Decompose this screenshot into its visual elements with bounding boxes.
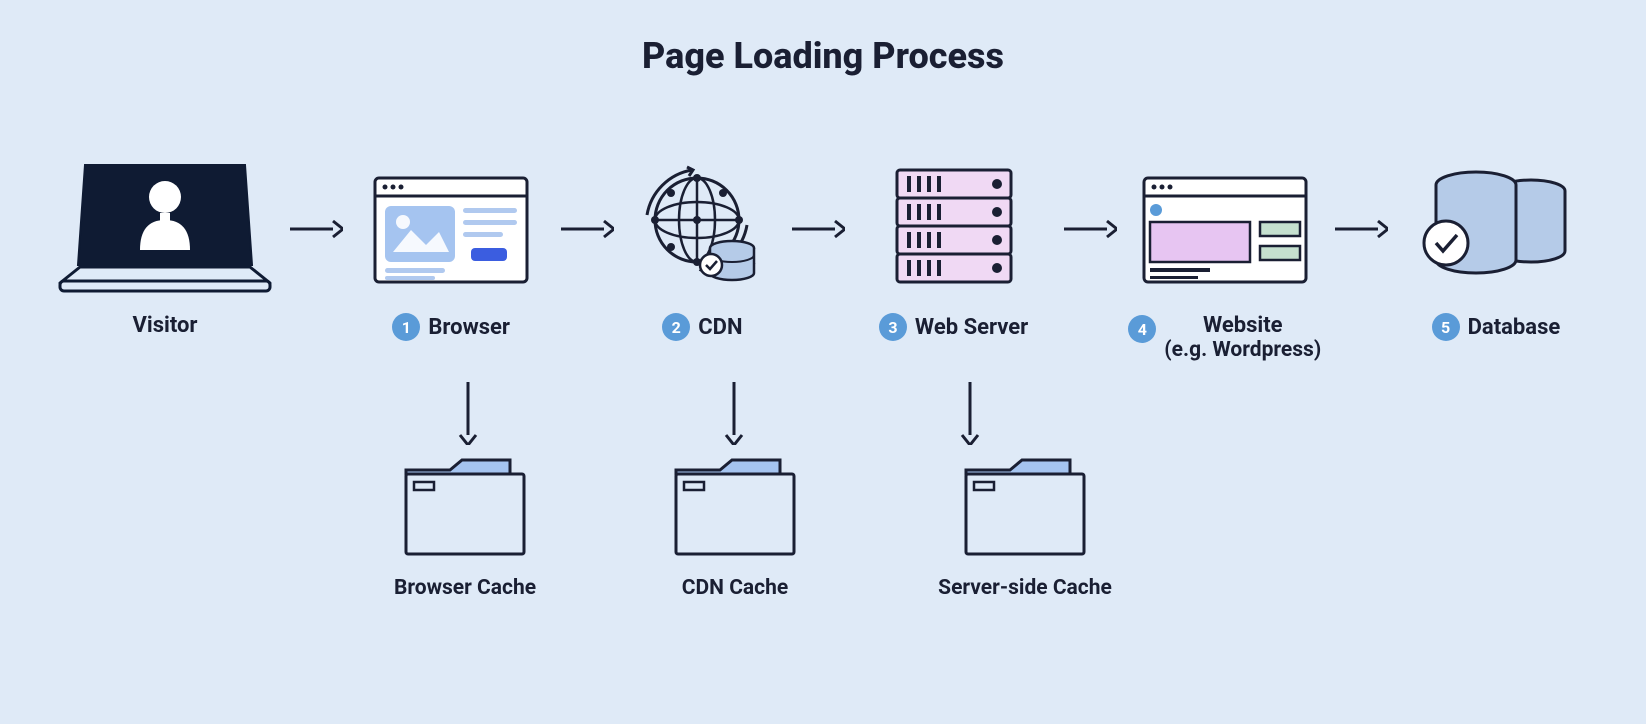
visitor-icon: [55, 155, 275, 305]
node-database: 5 Database: [1396, 155, 1596, 341]
caches-row: Browser Cache CDN Cache Server-side Cach…: [370, 440, 1140, 600]
arrow-right-icon: [1062, 217, 1117, 241]
arrow-down-icon: [722, 380, 746, 449]
database-icon: [1416, 155, 1576, 305]
node-browser-cache: Browser Cache: [370, 440, 560, 600]
step-badge-3: 3: [879, 313, 907, 341]
folder-icon: [670, 440, 800, 570]
arrow-right-icon: [1333, 217, 1388, 241]
arrow-down-icon: [958, 380, 982, 449]
website-sublabel: (e.g. Wordpress): [1164, 338, 1321, 362]
step-badge-1: 1: [392, 313, 420, 341]
arrow-right-icon: [559, 217, 614, 241]
node-website: 4 Website (e.g. Wordpress): [1125, 155, 1325, 362]
step-badge-2: 2: [662, 313, 690, 341]
node-browser: 1 Browser: [351, 155, 551, 341]
server-icon: [889, 155, 1019, 305]
website-label: Website: [1203, 313, 1283, 338]
arrow-down-icon: [456, 380, 480, 449]
arrow-right-icon: [790, 217, 845, 241]
browser-icon: [371, 155, 531, 305]
cdn-icon: [637, 155, 767, 305]
node-visitor: Visitor: [50, 155, 280, 338]
folder-icon: [960, 440, 1090, 570]
webserver-label: Web Server: [915, 315, 1028, 340]
cdn-label: CDN: [698, 315, 742, 340]
step-badge-4: 4: [1128, 315, 1156, 343]
cdn-cache-label: CDN Cache: [682, 576, 788, 600]
node-cdn-cache: CDN Cache: [640, 440, 830, 600]
browser-label: Browser: [428, 315, 510, 340]
node-webserver: 3 Web Server: [854, 155, 1054, 341]
main-flow-row: Visitor 1 Browser: [50, 155, 1596, 362]
folder-icon: [400, 440, 530, 570]
website-icon: [1140, 155, 1310, 305]
node-server-cache: Server-side Cache: [910, 440, 1140, 600]
database-label: Database: [1468, 315, 1561, 340]
arrow-right-icon: [288, 217, 343, 241]
browser-cache-label: Browser Cache: [394, 576, 536, 600]
visitor-label: Visitor: [133, 313, 198, 338]
server-cache-label: Server-side Cache: [938, 576, 1112, 600]
diagram-title: Page Loading Process: [0, 35, 1646, 77]
step-badge-5: 5: [1432, 313, 1460, 341]
node-cdn: 2 CDN: [622, 155, 782, 341]
